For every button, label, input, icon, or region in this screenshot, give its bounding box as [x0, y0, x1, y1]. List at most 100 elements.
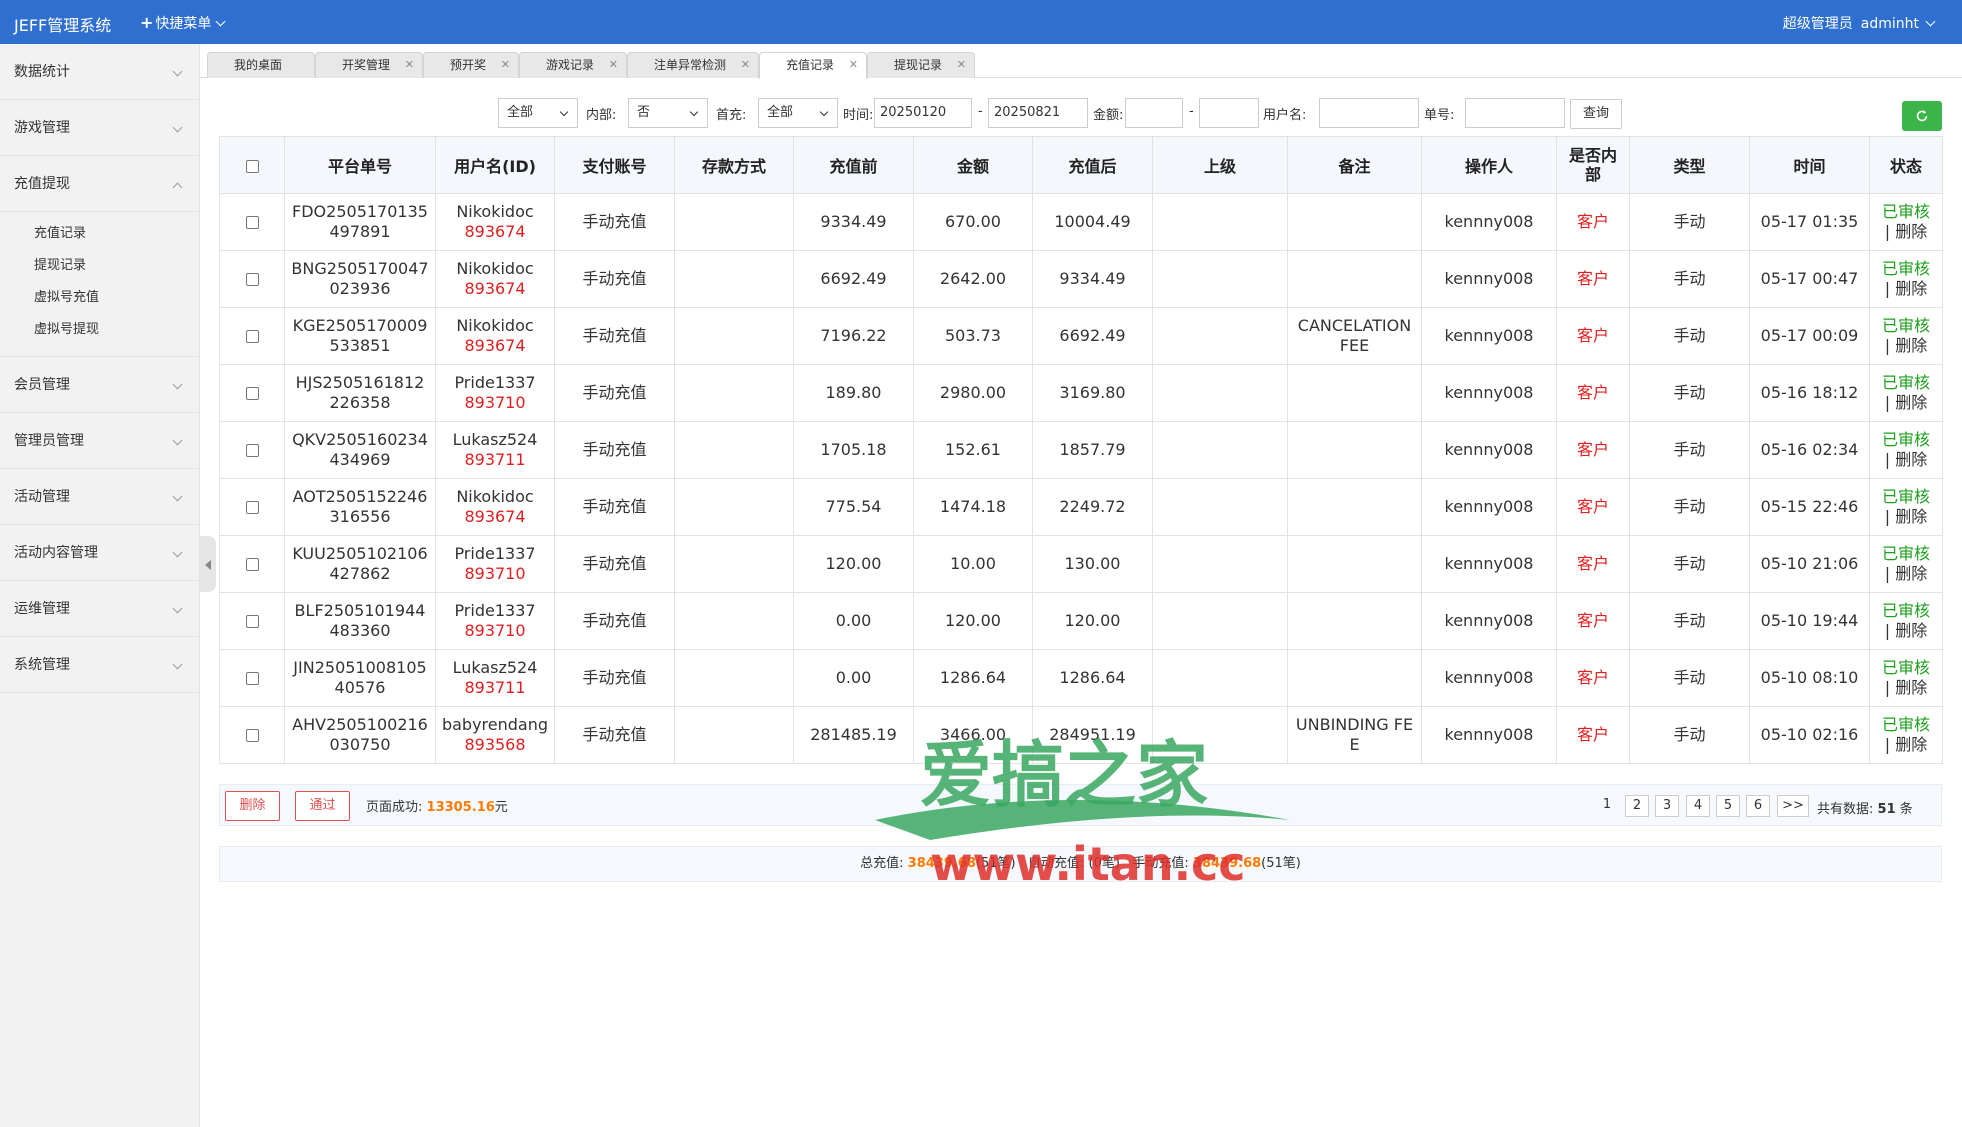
delete-link[interactable]: 删除 [1895, 678, 1927, 697]
date-to-input[interactable]: 20250821 [988, 98, 1088, 128]
close-icon[interactable]: ✕ [849, 53, 858, 77]
chevron-up-icon [172, 182, 183, 193]
status-select[interactable]: 全部 [498, 98, 578, 128]
delete-action[interactable]: | 删除 [1870, 450, 1942, 470]
row-checkbox[interactable] [245, 729, 259, 742]
tab-game-records[interactable]: 游戏记录 ✕ [519, 52, 627, 78]
sidebar-item-games[interactable]: 游戏管理 [0, 100, 199, 156]
sidebar-item-deposit-withdraw[interactable]: 充值提现 [0, 156, 199, 212]
sidebar-item-activity-content[interactable]: 活动内容管理 [0, 525, 199, 581]
internal-select[interactable]: 否 [628, 98, 708, 128]
delete-action[interactable]: | 删除 [1870, 393, 1942, 413]
delete-action[interactable]: | 删除 [1870, 336, 1942, 356]
refresh-button[interactable] [1902, 101, 1942, 131]
total-records: 共有数据: 51 条 [1817, 798, 1913, 817]
delete-action[interactable]: | 删除 [1870, 621, 1942, 641]
balance-before: 7196.22 [793, 307, 914, 365]
amount-min-input[interactable] [1125, 98, 1183, 128]
delete-link[interactable]: 删除 [1895, 450, 1927, 469]
tab-pre-lottery[interactable]: 预开奖 ✕ [423, 52, 519, 78]
row-checkbox[interactable] [245, 444, 259, 457]
chevron-down-icon [172, 379, 183, 390]
order-input[interactable] [1465, 98, 1565, 128]
delete-action[interactable]: | 删除 [1870, 222, 1942, 242]
sidebar-item-stats[interactable]: 数据统计 [0, 44, 199, 100]
date-from-input[interactable]: 20250120 [874, 98, 972, 128]
delete-link[interactable]: 删除 [1895, 393, 1927, 412]
column-header: 类型 [1629, 136, 1750, 194]
close-icon[interactable]: ✕ [501, 53, 510, 77]
sidebar-item-ops[interactable]: 运维管理 [0, 581, 199, 637]
close-icon[interactable]: ✕ [609, 53, 618, 77]
row-select-cell [219, 535, 285, 593]
tab-lottery-mgmt[interactable]: 开奖管理 ✕ [315, 52, 423, 78]
sidebar-item-admins[interactable]: 管理员管理 [0, 413, 199, 469]
quick-menu-button[interactable]: + 快捷菜单 [140, 13, 226, 33]
tab-bet-anomaly[interactable]: 注单异常检测 ✕ [627, 52, 759, 78]
delete-action[interactable]: | 删除 [1870, 279, 1942, 299]
user-menu[interactable]: 超级管理员 adminht [1775, 13, 1936, 33]
row-checkbox[interactable] [245, 558, 259, 571]
remark [1287, 478, 1422, 536]
user-cell: Pride1337 893710 [435, 535, 555, 593]
row-checkbox[interactable] [245, 615, 259, 628]
row-checkbox[interactable] [245, 330, 259, 343]
page-1[interactable]: 1 [1595, 795, 1619, 817]
delete-link[interactable]: 删除 [1895, 507, 1927, 526]
delete-link[interactable]: 删除 [1895, 735, 1927, 754]
page-next[interactable]: >> [1777, 795, 1809, 817]
row-checkbox[interactable] [245, 387, 259, 400]
submenu-item-virtual-withdraw[interactable]: 虚拟号提现 [0, 314, 199, 346]
plus-icon: + [140, 13, 154, 32]
submenu-item-withdraw-records[interactable]: 提现记录 [0, 250, 199, 282]
status-cell: 已审核 | 删除 [1869, 592, 1943, 650]
delete-action[interactable]: | 删除 [1870, 678, 1942, 698]
close-icon[interactable]: ✕ [405, 53, 414, 77]
close-icon[interactable]: ✕ [957, 53, 966, 77]
row-checkbox[interactable] [245, 501, 259, 514]
tab-desktop[interactable]: 我的桌面 [207, 52, 315, 78]
column-header: 平台单号 [284, 136, 436, 194]
batch-approve-button[interactable]: 通过 [295, 791, 350, 821]
deposit-method [674, 364, 794, 422]
amount-max-input[interactable] [1199, 98, 1259, 128]
page-3[interactable]: 3 [1655, 795, 1679, 817]
query-button[interactable]: 查询 [1570, 99, 1622, 129]
delete-action[interactable]: | 删除 [1870, 507, 1942, 527]
tab-deposit-records[interactable]: 充值记录 ✕ [759, 52, 867, 79]
delete-link[interactable]: 删除 [1895, 621, 1927, 640]
delete-action[interactable]: | 删除 [1870, 564, 1942, 584]
row-checkbox[interactable] [245, 216, 259, 229]
sidebar-item-system[interactable]: 系统管理 [0, 637, 199, 693]
page-6[interactable]: 6 [1746, 795, 1770, 817]
user-cell: Nikokidoc 893674 [435, 193, 555, 251]
delete-link[interactable]: 删除 [1895, 222, 1927, 241]
submenu-item-virtual-deposit[interactable]: 虚拟号充值 [0, 282, 199, 314]
username: Nikokidoc [456, 316, 534, 335]
delete-action[interactable]: | 删除 [1870, 735, 1942, 755]
first-deposit-select[interactable]: 全部 [758, 98, 838, 128]
select-all-checkbox[interactable] [245, 159, 259, 173]
submenu-item-deposit-records[interactable]: 充值记录 [0, 218, 199, 250]
row-checkbox[interactable] [245, 273, 259, 286]
delete-link[interactable]: 删除 [1895, 336, 1927, 355]
time: 05-10 19:44 [1749, 592, 1870, 650]
delete-link[interactable]: 删除 [1895, 564, 1927, 583]
user-id: 893710 [464, 564, 526, 583]
username-input[interactable] [1319, 98, 1419, 128]
sidebar-item-members[interactable]: 会员管理 [0, 357, 199, 413]
deposit-summary: 总充值: 38439.68(51笔) 自动充值: (0笔) 手动充值: 3843… [219, 846, 1942, 882]
sidebar-collapse-handle[interactable] [200, 536, 216, 592]
sidebar-item-activities[interactable]: 活动管理 [0, 469, 199, 525]
delete-link[interactable]: 删除 [1895, 279, 1927, 298]
batch-delete-button[interactable]: 删除 [225, 791, 280, 821]
row-select-cell [219, 193, 285, 251]
tab-withdraw-records[interactable]: 提现记录 ✕ [867, 52, 975, 78]
row-checkbox[interactable] [245, 672, 259, 685]
balance-before: 0.00 [793, 592, 914, 650]
page-2[interactable]: 2 [1625, 795, 1649, 817]
close-icon[interactable]: ✕ [741, 53, 750, 77]
page-5[interactable]: 5 [1716, 795, 1740, 817]
page-4[interactable]: 4 [1686, 795, 1710, 817]
column-header: 是否内部 [1556, 136, 1630, 194]
